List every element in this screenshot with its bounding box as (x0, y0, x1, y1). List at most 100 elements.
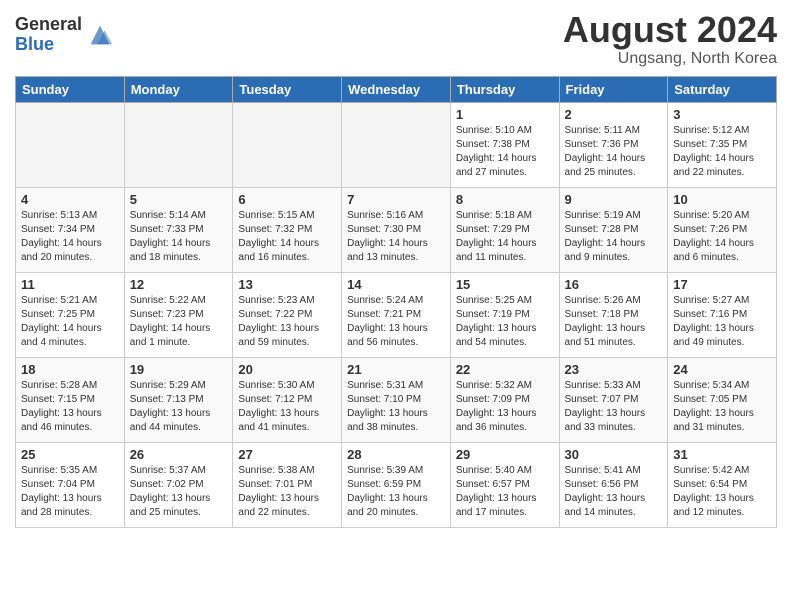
weekday-header-wednesday: Wednesday (342, 76, 451, 102)
calendar-table: SundayMondayTuesdayWednesdayThursdayFrid… (15, 76, 777, 528)
day-info: Sunrise: 5:38 AM Sunset: 7:01 PM Dayligh… (238, 464, 336, 520)
day-info: Sunrise: 5:23 AM Sunset: 7:22 PM Dayligh… (238, 294, 336, 350)
calendar-cell: 4Sunrise: 5:13 AM Sunset: 7:34 PM Daylig… (16, 187, 125, 272)
day-number: 3 (673, 107, 771, 122)
day-number: 22 (456, 362, 554, 377)
day-number: 2 (565, 107, 663, 122)
calendar-cell: 13 Sunrise: 5:23 AM Sunset: 7:22 PM Dayli… (233, 272, 342, 357)
day-number: 21 (347, 362, 445, 377)
day-info: Sunrise: 5:28 AM Sunset: 7:15 PM Dayligh… (21, 379, 119, 435)
day-number: 9 (565, 192, 663, 207)
weekday-header-thursday: Thursday (450, 76, 559, 102)
day-number: 17 (673, 277, 771, 292)
day-number: 12 (130, 277, 228, 292)
day-number: 29 (456, 447, 554, 462)
day-number: 1 (456, 107, 554, 122)
day-number: 18 (21, 362, 119, 377)
day-info: Sunrise: 5:16 AM Sunset: 7:30 PM Dayligh… (347, 209, 445, 265)
day-info: Sunrise: 5:20 AM Sunset: 7:26 PM Dayligh… (673, 209, 771, 265)
day-info: Sunrise: 5:19 AM Sunset: 7:28 PM Dayligh… (565, 209, 663, 265)
day-info: Sunrise: 5:14 AM Sunset: 7:33 PM Dayligh… (130, 209, 228, 265)
month-year-title: August 2024 (563, 10, 777, 50)
day-number: 27 (238, 447, 336, 462)
day-number: 5 (130, 192, 228, 207)
weekday-header-tuesday: Tuesday (233, 76, 342, 102)
calendar-cell: 21 Sunrise: 5:31 AM Sunset: 7:10 PM Dayli… (342, 357, 451, 442)
calendar-week-row: 1Sunrise: 5:10 AM Sunset: 7:38 PM Daylig… (16, 102, 777, 187)
calendar-cell: 27 Sunrise: 5:38 AM Sunset: 7:01 PM Dayli… (233, 442, 342, 527)
day-info: Sunrise: 5:18 AM Sunset: 7:29 PM Dayligh… (456, 209, 554, 265)
calendar-cell: 26Sunrise: 5:37 AM Sunset: 7:02 PM Dayli… (124, 442, 233, 527)
calendar-cell: 2 Sunrise: 5:11 AM Sunset: 7:36 PM Daylig… (559, 102, 668, 187)
day-number: 13 (238, 277, 336, 292)
day-number: 24 (673, 362, 771, 377)
calendar-cell: 6 Sunrise: 5:15 AM Sunset: 7:32 PM Daylig… (233, 187, 342, 272)
weekday-header-saturday: Saturday (668, 76, 777, 102)
calendar-cell: 15 Sunrise: 5:25 AM Sunset: 7:19 PM Dayli… (450, 272, 559, 357)
day-info: Sunrise: 5:31 AM Sunset: 7:10 PM Dayligh… (347, 379, 445, 435)
calendar-cell: 7 Sunrise: 5:16 AM Sunset: 7:30 PM Daylig… (342, 187, 451, 272)
logo-blue-text: Blue (15, 35, 82, 55)
day-info: Sunrise: 5:21 AM Sunset: 7:25 PM Dayligh… (21, 294, 119, 350)
day-number: 30 (565, 447, 663, 462)
calendar-cell: 18 Sunrise: 5:28 AM Sunset: 7:15 PM Dayli… (16, 357, 125, 442)
day-number: 8 (456, 192, 554, 207)
calendar-cell: 8 Sunrise: 5:18 AM Sunset: 7:29 PM Daylig… (450, 187, 559, 272)
calendar-cell: 1Sunrise: 5:10 AM Sunset: 7:38 PM Daylig… (450, 102, 559, 187)
calendar-cell: 5 Sunrise: 5:14 AM Sunset: 7:33 PM Daylig… (124, 187, 233, 272)
day-info: Sunrise: 5:35 AM Sunset: 7:04 PM Dayligh… (21, 464, 119, 520)
calendar-week-row: 25 Sunrise: 5:35 AM Sunset: 7:04 PM Dayli… (16, 442, 777, 527)
weekday-header-monday: Monday (124, 76, 233, 102)
day-number: 10 (673, 192, 771, 207)
day-info: Sunrise: 5:27 AM Sunset: 7:16 PM Dayligh… (673, 294, 771, 350)
day-info: Sunrise: 5:13 AM Sunset: 7:34 PM Dayligh… (21, 209, 119, 265)
day-number: 25 (21, 447, 119, 462)
calendar-cell: 23Sunrise: 5:33 AM Sunset: 7:07 PM Dayli… (559, 357, 668, 442)
logo: General Blue (15, 15, 114, 55)
day-number: 11 (21, 277, 119, 292)
calendar-cell: 28 Sunrise: 5:39 AM Sunset: 6:59 PM Dayli… (342, 442, 451, 527)
calendar-week-row: 4Sunrise: 5:13 AM Sunset: 7:34 PM Daylig… (16, 187, 777, 272)
day-info: Sunrise: 5:39 AM Sunset: 6:59 PM Dayligh… (347, 464, 445, 520)
day-number: 20 (238, 362, 336, 377)
calendar-cell (233, 102, 342, 187)
day-number: 15 (456, 277, 554, 292)
calendar-cell: 25 Sunrise: 5:35 AM Sunset: 7:04 PM Dayli… (16, 442, 125, 527)
calendar-cell: 16Sunrise: 5:26 AM Sunset: 7:18 PM Dayli… (559, 272, 668, 357)
day-info: Sunrise: 5:41 AM Sunset: 6:56 PM Dayligh… (565, 464, 663, 520)
day-number: 7 (347, 192, 445, 207)
day-info: Sunrise: 5:25 AM Sunset: 7:19 PM Dayligh… (456, 294, 554, 350)
day-info: Sunrise: 5:26 AM Sunset: 7:18 PM Dayligh… (565, 294, 663, 350)
day-info: Sunrise: 5:12 AM Sunset: 7:35 PM Dayligh… (673, 124, 771, 180)
day-number: 31 (673, 447, 771, 462)
day-number: 26 (130, 447, 228, 462)
weekday-header-row: SundayMondayTuesdayWednesdayThursdayFrid… (16, 76, 777, 102)
logo-general-text: General (15, 15, 82, 35)
title-block: August 2024 Ungsang, North Korea (563, 10, 777, 68)
day-info: Sunrise: 5:29 AM Sunset: 7:13 PM Dayligh… (130, 379, 228, 435)
calendar-cell: 19Sunrise: 5:29 AM Sunset: 7:13 PM Dayli… (124, 357, 233, 442)
day-info: Sunrise: 5:22 AM Sunset: 7:23 PM Dayligh… (130, 294, 228, 350)
calendar-cell (16, 102, 125, 187)
day-info: Sunrise: 5:33 AM Sunset: 7:07 PM Dayligh… (565, 379, 663, 435)
day-info: Sunrise: 5:11 AM Sunset: 7:36 PM Dayligh… (565, 124, 663, 180)
day-info: Sunrise: 5:30 AM Sunset: 7:12 PM Dayligh… (238, 379, 336, 435)
location-title: Ungsang, North Korea (563, 50, 777, 68)
day-info: Sunrise: 5:40 AM Sunset: 6:57 PM Dayligh… (456, 464, 554, 520)
weekday-header-sunday: Sunday (16, 76, 125, 102)
logo-icon (86, 21, 114, 49)
page-header: General Blue August 2024 Ungsang, North … (15, 10, 777, 68)
day-info: Sunrise: 5:15 AM Sunset: 7:32 PM Dayligh… (238, 209, 336, 265)
day-info: Sunrise: 5:24 AM Sunset: 7:21 PM Dayligh… (347, 294, 445, 350)
day-number: 6 (238, 192, 336, 207)
calendar-cell: 31Sunrise: 5:42 AM Sunset: 6:54 PM Dayli… (668, 442, 777, 527)
calendar-cell: 10 Sunrise: 5:20 AM Sunset: 7:26 PM Dayli… (668, 187, 777, 272)
day-info: Sunrise: 5:32 AM Sunset: 7:09 PM Dayligh… (456, 379, 554, 435)
day-info: Sunrise: 5:34 AM Sunset: 7:05 PM Dayligh… (673, 379, 771, 435)
calendar-cell: 24 Sunrise: 5:34 AM Sunset: 7:05 PM Dayli… (668, 357, 777, 442)
calendar-cell: 3 Sunrise: 5:12 AM Sunset: 7:35 PM Daylig… (668, 102, 777, 187)
day-number: 28 (347, 447, 445, 462)
calendar-cell: 30 Sunrise: 5:41 AM Sunset: 6:56 PM Dayli… (559, 442, 668, 527)
calendar-cell (124, 102, 233, 187)
calendar-cell (342, 102, 451, 187)
